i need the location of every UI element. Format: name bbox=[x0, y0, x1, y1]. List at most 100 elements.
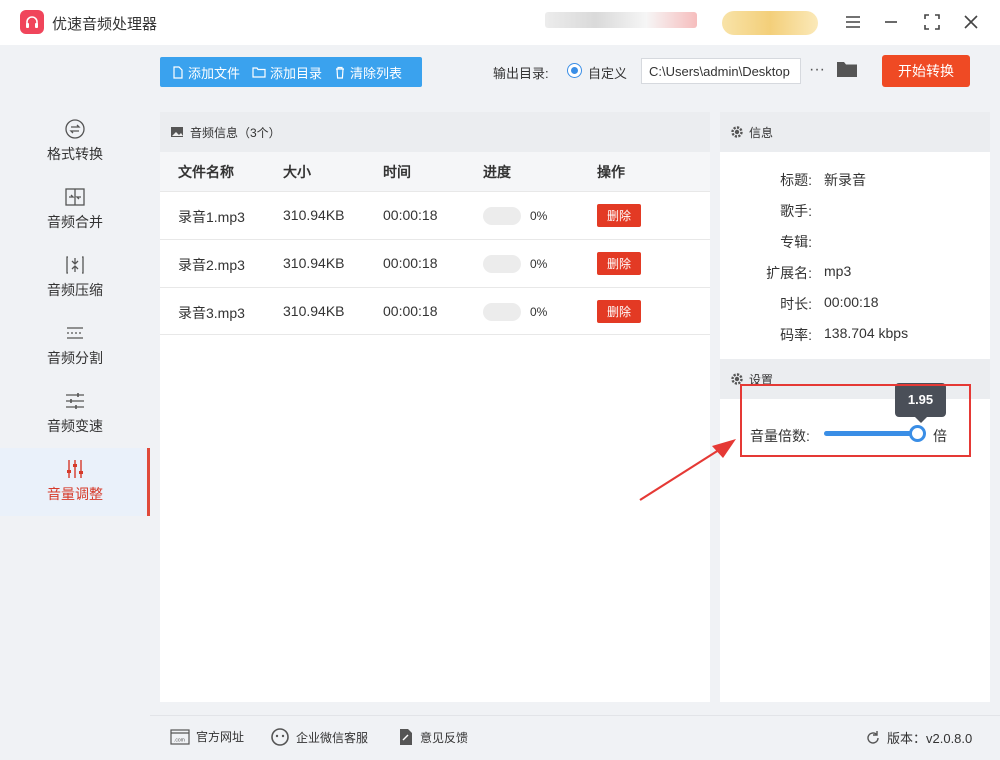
sidebar-item-label: 音频合并 bbox=[47, 214, 103, 230]
clear-list-button[interactable]: 清除列表 bbox=[328, 57, 408, 87]
sidebar-item-merge[interactable]: 音频合并 bbox=[0, 176, 150, 244]
more-options-button[interactable]: ··· bbox=[806, 60, 828, 82]
close-icon bbox=[964, 15, 978, 29]
merge-icon bbox=[65, 188, 85, 206]
title-bar: 优速音频处理器 bbox=[0, 0, 1000, 45]
column-header-action: 操作 bbox=[597, 164, 625, 180]
info-header: 信息 bbox=[720, 112, 990, 152]
sidebar-item-volume-adjust[interactable]: 音量调整 bbox=[0, 448, 150, 516]
minimize-button[interactable] bbox=[877, 8, 905, 36]
trash-icon bbox=[336, 66, 345, 79]
wechat-service-label: 企业微信客服 bbox=[296, 730, 369, 745]
sidebar-item-format-convert[interactable]: 格式转换 bbox=[0, 108, 150, 176]
app-logo bbox=[20, 10, 44, 34]
progress-text: 0% bbox=[530, 257, 548, 271]
version-info[interactable]: 版本：v2.0.8.0 bbox=[865, 728, 972, 747]
open-folder-button[interactable] bbox=[836, 60, 860, 82]
file-icon bbox=[173, 65, 183, 79]
app-title: 优速音频处理器 bbox=[52, 16, 158, 33]
column-header-size: 大小 bbox=[283, 164, 311, 180]
file-name: 录音3.mp3 bbox=[178, 305, 245, 321]
file-time: 00:00:18 bbox=[383, 255, 438, 271]
info-label-duration: 时长: bbox=[780, 296, 812, 312]
start-convert-button[interactable]: 开始转换 bbox=[882, 55, 970, 87]
add-dir-button[interactable]: 添加目录 bbox=[246, 57, 328, 87]
column-header-time: 时间 bbox=[383, 164, 411, 180]
file-size: 310.94KB bbox=[283, 255, 345, 271]
table-row[interactable]: 录音2.mp3 310.94KB 00:00:18 0% 删除 bbox=[160, 239, 710, 287]
wechat-service-link[interactable]: 企业微信客服 bbox=[270, 728, 368, 746]
compress-icon bbox=[66, 256, 84, 274]
column-header-progress: 进度 bbox=[483, 164, 511, 180]
website-link[interactable]: .com 官方网址 bbox=[170, 728, 244, 745]
svg-text:.com: .com bbox=[174, 737, 185, 743]
custom-radio[interactable] bbox=[567, 63, 582, 78]
table-header bbox=[160, 152, 710, 192]
info-value-title: 新录音 bbox=[824, 172, 866, 188]
add-file-button[interactable]: 添加文件 bbox=[166, 57, 246, 87]
feedback-link[interactable]: 意见反馈 bbox=[398, 728, 468, 746]
output-path-input[interactable] bbox=[641, 58, 801, 84]
file-time: 00:00:18 bbox=[383, 303, 438, 319]
promo-pill-button[interactable] bbox=[722, 11, 818, 35]
clear-list-label: 清除列表 bbox=[350, 65, 403, 81]
sidebar-item-split[interactable]: 音频分割 bbox=[0, 312, 150, 380]
file-size: 310.94KB bbox=[283, 303, 345, 319]
delete-button[interactable]: 删除 bbox=[597, 300, 641, 323]
progress-bar bbox=[483, 207, 521, 225]
speed-icon bbox=[66, 393, 84, 409]
progress-bar bbox=[483, 303, 521, 321]
image-icon bbox=[171, 127, 183, 137]
close-button[interactable] bbox=[957, 8, 985, 36]
minimize-icon bbox=[885, 21, 897, 23]
column-header-name: 文件名称 bbox=[178, 164, 234, 180]
volume-adjust-icon bbox=[67, 460, 83, 478]
output-dir-label: 输出目录: bbox=[493, 66, 549, 81]
feedback-icon bbox=[400, 729, 412, 745]
info-label-artist: 歌手: bbox=[780, 203, 812, 219]
info-title: 信息 bbox=[749, 125, 774, 140]
website-icon: .com bbox=[170, 728, 190, 745]
table-row[interactable]: 录音1.mp3 310.94KB 00:00:18 0% 删除 bbox=[160, 191, 710, 239]
sidebar-item-label: 音频分割 bbox=[47, 350, 103, 366]
progress-bar bbox=[483, 255, 521, 273]
maximize-button[interactable] bbox=[918, 8, 946, 36]
audio-list-panel: 音频信息（3个） 文件名称 大小 时间 进度 操作 录音1.mp3 310.94… bbox=[160, 112, 710, 702]
info-label-album: 专辑: bbox=[780, 234, 812, 250]
blurred-promo-text[interactable] bbox=[545, 12, 697, 28]
refresh-icon bbox=[867, 730, 879, 744]
headphones-icon bbox=[26, 16, 38, 28]
sidebar-item-speed[interactable]: 音频变速 bbox=[0, 380, 150, 448]
add-dir-label: 添加目录 bbox=[270, 65, 323, 81]
wechat-icon bbox=[271, 728, 289, 746]
gear-icon bbox=[731, 126, 743, 138]
file-name: 录音2.mp3 bbox=[178, 257, 245, 273]
sidebar: 格式转换 音频合并 音频压缩 音频分割 音频变速 音量调整 bbox=[0, 45, 150, 715]
menu-button[interactable] bbox=[839, 8, 867, 36]
audio-panel-title: 音频信息（3个） bbox=[190, 125, 281, 140]
info-label-extension: 扩展名: bbox=[766, 265, 812, 281]
file-toolbar: 添加文件 添加目录 清除列表 bbox=[160, 57, 422, 87]
hamburger-icon bbox=[846, 16, 860, 28]
info-label-bitrate: 码率: bbox=[780, 327, 812, 343]
sidebar-item-label: 格式转换 bbox=[47, 146, 103, 162]
folder-icon bbox=[837, 62, 857, 77]
info-value-extension: mp3 bbox=[824, 263, 852, 279]
folder-icon bbox=[252, 67, 266, 78]
add-file-label: 添加文件 bbox=[188, 65, 241, 81]
custom-radio-label: 自定义 bbox=[588, 66, 628, 81]
info-value-duration: 00:00:18 bbox=[824, 294, 879, 310]
footer: .com 官方网址 企业微信客服 意见反馈 版本：v2.0.8.0 bbox=[150, 715, 1000, 760]
format-convert-icon bbox=[65, 119, 85, 139]
file-name: 录音1.mp3 bbox=[178, 209, 245, 225]
maximize-icon bbox=[924, 14, 940, 30]
progress-text: 0% bbox=[530, 305, 548, 319]
sidebar-item-label: 音频压缩 bbox=[47, 282, 103, 298]
split-icon bbox=[67, 327, 83, 339]
info-label-title: 标题: bbox=[780, 172, 812, 188]
delete-button[interactable]: 删除 bbox=[597, 252, 641, 275]
file-size: 310.94KB bbox=[283, 207, 345, 223]
delete-button[interactable]: 删除 bbox=[597, 204, 641, 227]
table-row[interactable]: 录音3.mp3 310.94KB 00:00:18 0% 删除 bbox=[160, 287, 710, 335]
sidebar-item-compress[interactable]: 音频压缩 bbox=[0, 244, 150, 312]
